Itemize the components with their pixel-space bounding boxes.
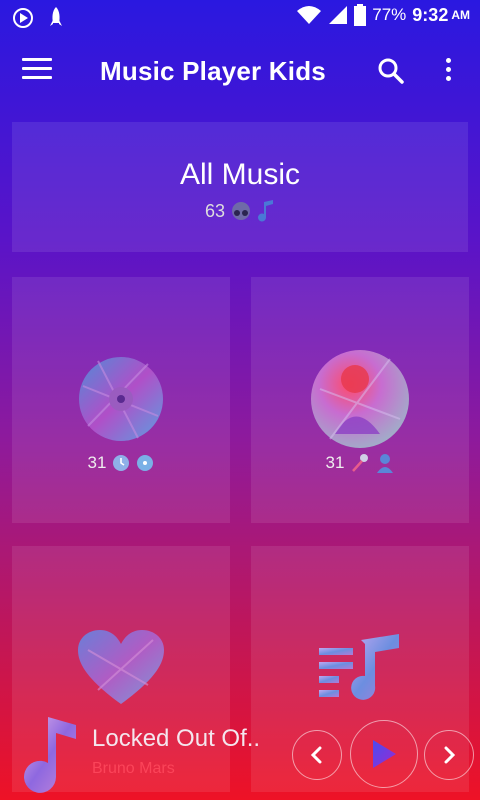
- headphones-icon: [232, 202, 251, 220]
- previous-button[interactable]: [292, 730, 342, 780]
- all-music-count-row: 63: [12, 200, 468, 222]
- menu-icon: [22, 58, 52, 79]
- albums-count-row: 31: [12, 453, 230, 473]
- status-bar: 77% 9:32 AM: [0, 0, 480, 36]
- all-music-count: 63: [204, 200, 226, 221]
- artists-count: 31: [325, 453, 345, 472]
- playlist-icon: [319, 634, 399, 700]
- wifi-icon: [297, 6, 322, 24]
- now-playing-title: Locked Out Of..: [92, 725, 261, 752]
- artists-tile[interactable]: 31: [251, 277, 469, 523]
- person-icon: [377, 454, 394, 473]
- heart-icon: [78, 630, 164, 704]
- disc-icon: [137, 455, 154, 471]
- next-icon: [444, 746, 456, 764]
- battery-level: 77%: [372, 5, 407, 24]
- microphone-icon: [352, 454, 369, 472]
- all-music-title: All Music: [179, 158, 300, 191]
- all-music-card[interactable]: All Music 63: [12, 122, 468, 252]
- now-playing-artist: Bruno Mars: [92, 760, 175, 777]
- previous-icon: [310, 746, 322, 764]
- app-title: Music Player Kids: [100, 56, 326, 86]
- more-vert-icon: [440, 58, 456, 81]
- search-button[interactable]: [376, 56, 406, 86]
- rocket-icon: [50, 7, 62, 26]
- clock-time: 9:32: [412, 4, 449, 25]
- signal-icon: [329, 6, 348, 24]
- clock-icon: [113, 455, 130, 471]
- play-button[interactable]: [350, 720, 418, 788]
- artists-count-row: 31: [251, 453, 469, 473]
- media-play-icon: [13, 8, 33, 28]
- now-playing-note-icon: [24, 717, 76, 793]
- now-playing-bar[interactable]: Locked Out Of.. Bruno Mars: [0, 705, 480, 800]
- menu-button[interactable]: [22, 58, 52, 82]
- artist-avatar-icon: [311, 350, 409, 448]
- clock-ampm: AM: [451, 8, 470, 22]
- vinyl-disc-icon: [79, 357, 163, 441]
- music-note-icon: [258, 200, 274, 222]
- play-icon: [373, 740, 396, 768]
- search-icon: [378, 58, 404, 84]
- next-button[interactable]: [424, 730, 474, 780]
- albums-count: 31: [87, 453, 107, 472]
- more-options-button[interactable]: [440, 56, 456, 86]
- battery-icon: [354, 4, 367, 26]
- app-bar: Music Player Kids: [0, 36, 480, 112]
- albums-tile[interactable]: 31: [12, 277, 230, 523]
